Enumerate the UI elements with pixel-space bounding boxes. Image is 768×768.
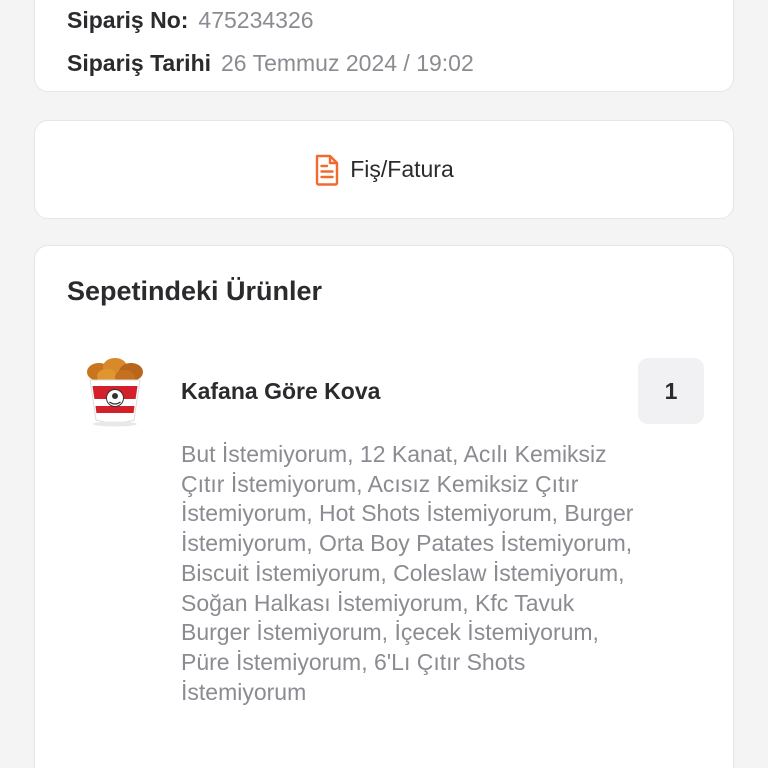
receipt-card[interactable]: Fiş/Fatura xyxy=(34,120,734,219)
quantity-badge: 1 xyxy=(638,358,704,424)
kfc-bucket-image xyxy=(87,358,143,427)
product-options: But İstemiyorum, 12 Kanat, Acılı Kemiksi… xyxy=(181,441,634,705)
basket-card: Sepetindeki Ürünler Kafana Göre Kova 1 B… xyxy=(34,245,734,768)
basket-title: Sepetindeki Ürünler xyxy=(67,276,323,306)
order-number-value: 475234326 xyxy=(198,7,314,33)
order-number-row: Sipariş No: 475234326 xyxy=(67,7,314,34)
receipt-label[interactable]: Fiş/Fatura xyxy=(350,156,454,183)
product-name: Kafana Göre Kova xyxy=(181,378,381,404)
order-number-label: Sipariş No: xyxy=(67,7,189,33)
receipt-button[interactable]: Fiş/Fatura xyxy=(314,154,454,186)
order-info-card: Sipariş No: 475234326 Sipariş Tarihi 26 Te… xyxy=(34,0,734,92)
document-icon xyxy=(316,154,339,186)
order-date-value: 26 Temmuz 2024 / 19:02 xyxy=(221,50,474,76)
order-date-row: Sipariş Tarihi 26 Temmuz 2024 / 19:02 xyxy=(67,50,474,77)
order-date-label: Sipariş Tarihi xyxy=(67,50,212,76)
order-detail-page: Sipariş No: 475234326 Sipariş Tarihi 26 Te… xyxy=(0,0,768,768)
